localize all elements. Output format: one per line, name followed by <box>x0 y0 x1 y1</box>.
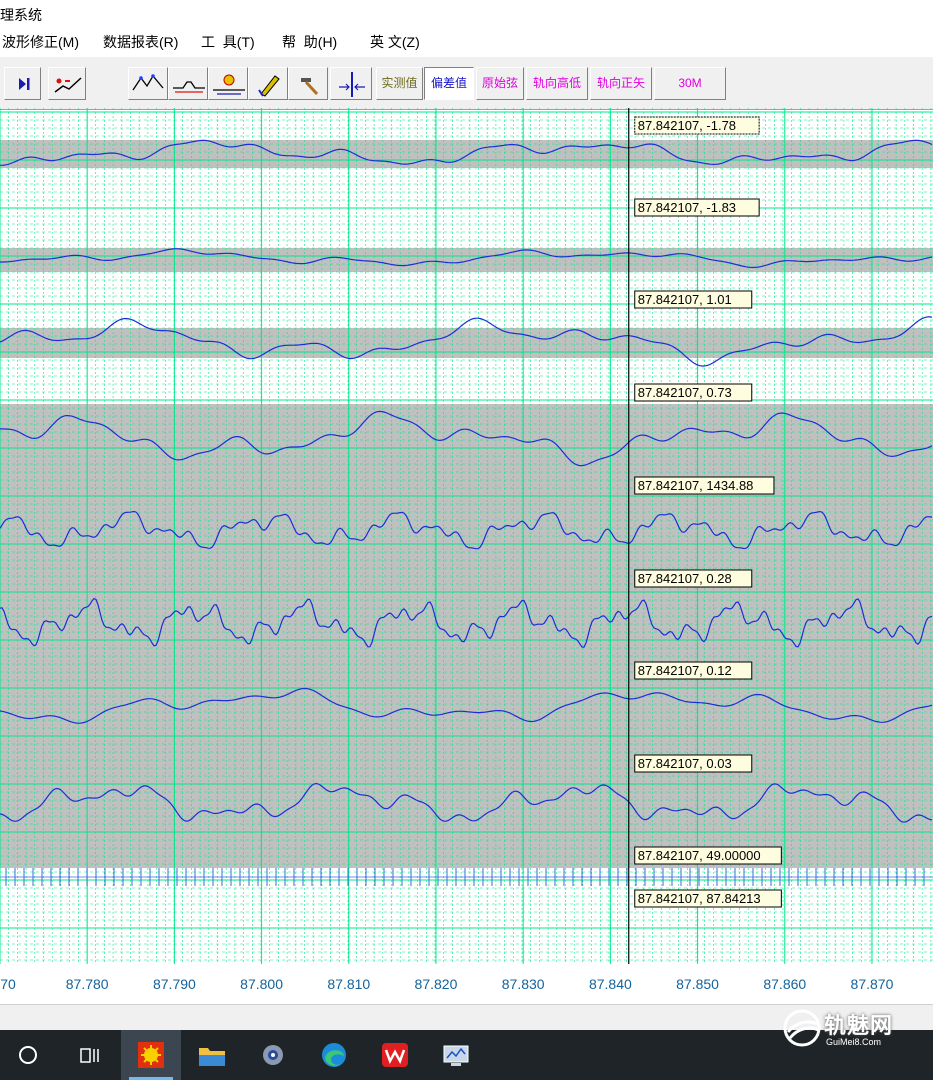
x-tick-label: 87.810 <box>327 976 371 992</box>
mode-raw-chord-label: 原始弦 <box>481 76 518 90</box>
cursor-readout-1: 87.842107, -1.78 <box>634 116 760 135</box>
mode-track-level-button[interactable]: 轨向高低 <box>526 67 588 100</box>
x-tick-label: 87.790 <box>152 976 196 992</box>
track-app-icon <box>138 1042 164 1068</box>
cursor-readout-7: 87.842107, 0.12 <box>634 661 753 680</box>
hammer-tool-button[interactable] <box>288 67 328 100</box>
menu-bar: 波形修正(M) 数据报表(R) 工 具(T) 帮 助(H) 英 文(Z) <box>0 28 933 54</box>
mode-raw-chord-button[interactable]: 原始弦 <box>476 67 524 100</box>
peak-mark-button[interactable] <box>128 67 168 100</box>
x-tick-label: 87.800 <box>240 976 283 992</box>
watermark-name: 轨魅网 <box>824 1013 894 1038</box>
x-axis: 70 87.780 87.790 87.800 87.810 87.820 87.830 87… <box>0 964 933 1004</box>
target-mark-icon <box>213 74 245 95</box>
cursor-readout-10: 87.842107, 87.84213 <box>634 889 782 908</box>
x-tick-label: 87.860 <box>763 976 807 992</box>
edge-browser-icon <box>322 1043 346 1067</box>
readout-text: 87.842107, 49.00000 <box>638 848 761 863</box>
x-tick-label: 87.830 <box>501 976 545 992</box>
wps-office-icon <box>382 1043 408 1067</box>
x-tick-label: 87.870 <box>850 976 894 992</box>
cursor-readout-8: 87.842107, 0.03 <box>634 754 753 773</box>
readout-text: 87.842107, 0.12 <box>638 663 732 678</box>
span-selector[interactable]: 30M <box>654 67 726 100</box>
task-view-button[interactable] <box>60 1030 120 1080</box>
menu-tools[interactable]: 工 具(T) <box>201 32 255 52</box>
mode-measured-button[interactable]: 实测值 <box>376 67 423 100</box>
file-explorer-icon <box>199 1048 225 1066</box>
monitor-app-icon <box>443 1045 469 1066</box>
start-search-button[interactable] <box>0 1030 60 1080</box>
title-bar: 理系统 <box>0 0 933 28</box>
x-tick-label: 87.840 <box>588 976 632 992</box>
toolbar: 实测值 偏差值 原始弦 轨向高低 轨向正矢 30M <box>0 56 933 110</box>
waveform-edit-icon <box>54 77 82 93</box>
skip-to-end-icon <box>19 78 30 90</box>
mode-track-level-label: 轨向高低 <box>532 76 581 90</box>
cursor-readout-3: 87.842107, 1.01 <box>634 290 753 309</box>
x-tick-label: 87.820 <box>414 976 458 992</box>
site-watermark: 轨魅网 GuiMei8.Com <box>782 1006 932 1054</box>
mode-track-versine-button[interactable]: 轨向正矢 <box>590 67 652 100</box>
level-mark-icon <box>173 81 205 93</box>
wps-office-button[interactable] <box>365 1030 425 1080</box>
task-view-icon <box>80 1048 99 1063</box>
readout-text: 87.842107, 0.73 <box>638 385 732 400</box>
cursor-readout-9: 87.842107, 49.00000 <box>634 846 782 865</box>
menu-english[interactable]: 英 文(Z) <box>370 32 420 52</box>
edge-browser-button[interactable] <box>304 1030 364 1080</box>
cursor-readout-2: 87.842107, -1.83 <box>634 198 760 217</box>
monitor-app-button[interactable] <box>426 1030 486 1080</box>
cursor-readout-6: 87.842107, 0.28 <box>634 569 753 588</box>
mode-measured-label: 实测值 <box>381 76 418 90</box>
mode-track-versine-label: 轨向正矢 <box>596 76 645 90</box>
pen-tool-button[interactable] <box>248 67 288 100</box>
readout-text: 87.842107, 1.01 <box>638 292 732 307</box>
watermark-url: GuiMei8.Com <box>826 1037 882 1047</box>
readout-text: 87.842107, 1434.88 <box>638 478 754 493</box>
x-tick-label: 70 <box>0 976 16 992</box>
cursor-readout-5: 87.842107, 1434.88 <box>634 476 775 495</box>
track-app-button[interactable] <box>121 1030 181 1080</box>
waveform-edit-button[interactable] <box>48 67 86 100</box>
hammer-tool-icon <box>301 78 319 96</box>
skip-to-end-button[interactable] <box>4 67 41 100</box>
pen-tool-icon <box>258 75 280 97</box>
menu-waveform-correct[interactable]: 波形修正(M) <box>2 32 79 52</box>
readout-text: 87.842107, -1.78 <box>638 118 736 133</box>
waveform-plot[interactable]: 87.842107, -1.78 87.842107, -1.83 87.84210… <box>0 108 933 964</box>
cursor-line-button[interactable] <box>330 67 372 100</box>
x-tick-label: 87.780 <box>65 976 109 992</box>
readout-text: 87.842107, 0.28 <box>638 571 732 586</box>
readout-text: 87.842107, -1.83 <box>638 200 736 215</box>
cursor-line-icon <box>339 72 365 97</box>
mode-deviation-button[interactable]: 偏差值 <box>424 67 474 100</box>
menu-data-report[interactable]: 数据报表(R) <box>103 32 178 52</box>
channel-band-3 <box>0 328 933 358</box>
x-tick-label: 87.850 <box>676 976 719 992</box>
settings-app-button[interactable] <box>243 1030 303 1080</box>
settings-app-icon <box>263 1045 283 1065</box>
target-mark-button[interactable] <box>208 67 248 100</box>
readout-text: 87.842107, 87.84213 <box>638 891 761 906</box>
channel-band-5 <box>0 508 933 598</box>
start-search-icon <box>19 1046 37 1064</box>
watermark-logo-icon <box>783 1009 821 1047</box>
file-explorer-button[interactable] <box>182 1030 242 1080</box>
level-mark-button[interactable] <box>168 67 208 100</box>
window-title: 理系统 <box>0 7 42 23</box>
cursor-readout-4: 87.842107, 0.73 <box>634 383 753 402</box>
span-label: 30M <box>678 76 702 90</box>
peak-mark-icon <box>132 74 164 91</box>
channel-band-2 <box>0 248 933 272</box>
mode-deviation-label: 偏差值 <box>430 76 467 90</box>
readout-text: 87.842107, 0.03 <box>638 756 732 771</box>
menu-help[interactable]: 帮 助(H) <box>282 32 337 52</box>
